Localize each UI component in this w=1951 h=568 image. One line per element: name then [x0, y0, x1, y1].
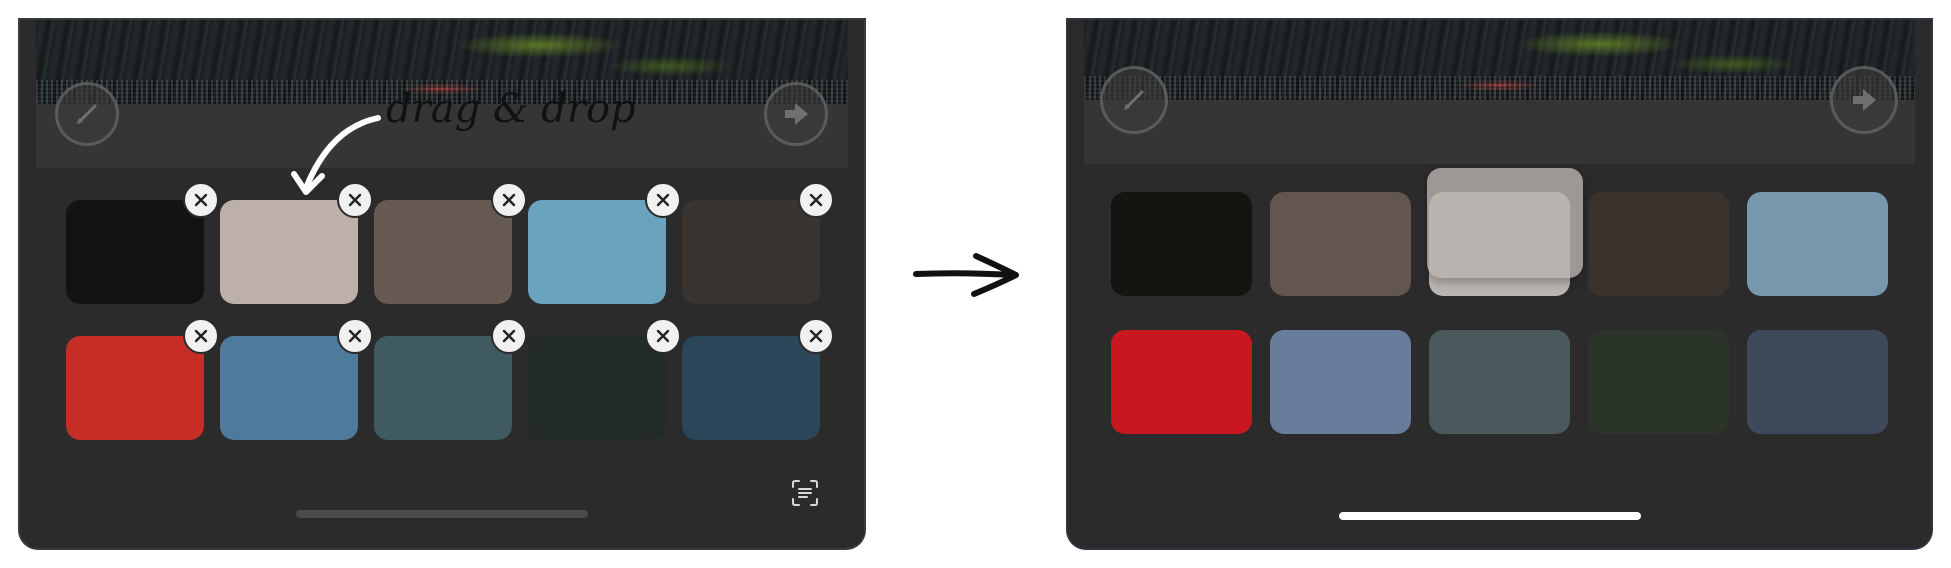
color-swatch[interactable] — [220, 336, 358, 440]
remove-swatch-button[interactable] — [491, 182, 527, 218]
close-icon — [348, 329, 362, 343]
close-icon — [656, 329, 670, 343]
color-swatch[interactable] — [1588, 330, 1729, 434]
color-swatch[interactable] — [374, 200, 512, 304]
close-icon — [656, 193, 670, 207]
next-button[interactable] — [764, 82, 828, 146]
edit-button[interactable] — [1100, 66, 1168, 134]
next-button[interactable] — [1830, 66, 1898, 134]
remove-swatch-button[interactable] — [337, 318, 373, 354]
after-screen — [1068, 20, 1931, 548]
color-swatch[interactable] — [1270, 330, 1411, 434]
color-swatch[interactable] — [1111, 192, 1252, 296]
color-swatch[interactable] — [1588, 192, 1729, 296]
color-swatch[interactable] — [1111, 330, 1252, 434]
close-icon — [809, 329, 823, 343]
transition-arrow-icon — [913, 253, 1019, 297]
home-indicator — [296, 510, 588, 518]
home-indicator — [1339, 512, 1641, 520]
color-swatch[interactable] — [66, 200, 204, 304]
text-scan-icon[interactable] — [790, 478, 820, 508]
top-toolbar — [1084, 100, 1915, 164]
color-swatch[interactable] — [374, 336, 512, 440]
remove-swatch-button[interactable] — [798, 318, 834, 354]
color-swatch[interactable] — [528, 200, 666, 304]
arrow-right-icon — [1853, 89, 1876, 111]
drag-drop-annotation: drag & drop — [386, 86, 636, 132]
color-swatch[interactable] — [1747, 330, 1888, 434]
arrow-right-icon — [785, 103, 808, 125]
pencil-icon — [77, 104, 97, 124]
close-icon — [502, 193, 516, 207]
color-swatch[interactable] — [1429, 330, 1570, 434]
curved-arrow-icon — [291, 115, 381, 195]
color-swatch[interactable] — [682, 336, 820, 440]
remove-swatch-button[interactable] — [491, 318, 527, 354]
dragged-swatch[interactable] — [1427, 168, 1583, 278]
color-swatch[interactable] — [220, 200, 358, 304]
color-swatch[interactable] — [66, 336, 204, 440]
pencil-icon — [1124, 90, 1144, 110]
color-swatch[interactable] — [1270, 192, 1411, 296]
close-icon — [809, 193, 823, 207]
close-icon — [502, 329, 516, 343]
remove-swatch-button[interactable] — [183, 182, 219, 218]
color-swatch[interactable] — [682, 200, 820, 304]
color-swatch[interactable] — [1747, 192, 1888, 296]
remove-swatch-button[interactable] — [645, 318, 681, 354]
edit-button[interactable] — [55, 82, 119, 146]
close-icon — [194, 193, 208, 207]
remove-swatch-button[interactable] — [798, 182, 834, 218]
remove-swatch-button[interactable] — [645, 182, 681, 218]
color-swatch[interactable] — [528, 336, 666, 440]
photo-preview — [1084, 20, 1915, 100]
close-icon — [194, 329, 208, 343]
remove-swatch-button[interactable] — [183, 318, 219, 354]
